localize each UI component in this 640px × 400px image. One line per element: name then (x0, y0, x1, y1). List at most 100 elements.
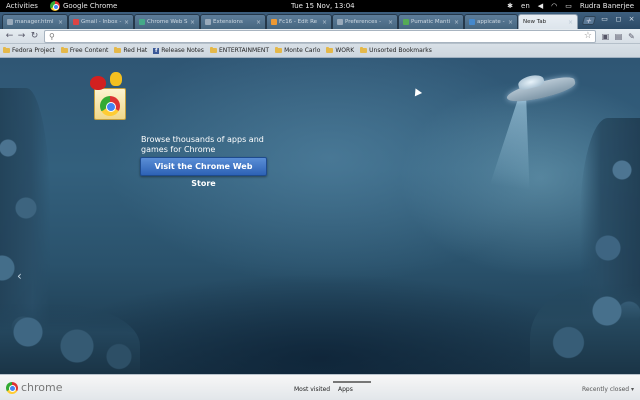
new-tab-button[interactable]: + (581, 16, 597, 25)
restore-icon[interactable]: ◻ (614, 15, 623, 24)
gmail-icon (73, 19, 79, 25)
close-icon[interactable]: × (58, 19, 63, 26)
folder-icon (114, 47, 122, 53)
bookmark-folder[interactable]: Free Content (60, 47, 109, 54)
close-window-icon[interactable]: × (627, 15, 636, 24)
clock[interactable]: Tue 15 Nov, 13:04 (291, 2, 355, 10)
network-icon[interactable]: ◠ (551, 2, 557, 10)
bookmark-folder[interactable]: Monte Carlo (275, 47, 320, 54)
light-beam (490, 96, 542, 191)
facebook-icon: f (153, 47, 160, 54)
chrome-logo-icon (50, 1, 60, 11)
bookmark-label: ENTERTAINMENT (218, 47, 270, 54)
page-favicon-icon (337, 19, 343, 25)
extensions-icon (205, 19, 211, 25)
page-favicon-icon (271, 19, 277, 25)
tab-label: Fc16 - Edit Re (279, 19, 318, 25)
close-icon[interactable]: × (568, 19, 573, 26)
search-icon: ⚲ (49, 32, 55, 41)
extension-icon[interactable]: ▤ (613, 31, 624, 42)
tab-most-visited[interactable]: Most visited (294, 386, 330, 393)
page-favicon-icon (7, 19, 13, 25)
close-icon[interactable]: × (322, 19, 327, 26)
bookmark-folder[interactable]: Unsorted Bookmarks (360, 47, 432, 54)
tab-label: Gmail - Inbox - (81, 19, 122, 25)
address-input[interactable] (59, 32, 579, 42)
ntp-footer: chrome Most visited Apps Recently closed… (0, 374, 640, 400)
spaceship-illustration (498, 72, 578, 108)
app-menu[interactable]: Google Chrome (50, 1, 117, 11)
visit-web-store-button[interactable]: Visit the Chrome Web Store (140, 157, 267, 188)
minimize-icon[interactable]: ▭ (600, 15, 609, 24)
bookmark-item[interactable]: f Release Notes (153, 47, 204, 54)
tab[interactable]: manager.html × (2, 14, 68, 29)
close-icon[interactable]: × (388, 19, 393, 26)
tab[interactable]: Chrome Web S × (134, 14, 200, 29)
tab[interactable]: Preferences - × (332, 14, 398, 29)
previous-page-arrow-icon[interactable]: ‹ (17, 269, 22, 283)
status-area: ✱ en ◀ ◠ ▭ Rudra Banerjee (507, 2, 634, 10)
user-menu[interactable]: Rudra Banerjee (580, 2, 634, 10)
bookmark-label: Free Content (69, 47, 109, 54)
tab-apps[interactable]: Apps (333, 381, 371, 393)
tab-active[interactable]: New Tab × (518, 14, 578, 29)
background-rocks (0, 304, 140, 374)
web-store-app-icon[interactable] (90, 72, 130, 122)
chrome-logo-icon (6, 382, 18, 394)
omnibox[interactable]: ⚲ ☆ (44, 30, 596, 43)
web-store-icon (139, 19, 145, 25)
tab-strip: manager.html × Gmail - Inbox - × Chrome … (0, 12, 640, 29)
tab-label: New Tab (523, 19, 547, 25)
close-icon[interactable]: × (124, 19, 129, 26)
page-favicon-icon (469, 19, 475, 25)
close-icon[interactable]: × (256, 19, 261, 26)
activities-button[interactable]: Activities (6, 2, 38, 10)
bluetooth-icon[interactable]: ✱ (507, 2, 513, 10)
folder-icon (326, 47, 334, 53)
tab[interactable]: Fc16 - Edit Re × (266, 14, 332, 29)
bookmark-label: WORK (335, 47, 355, 54)
bookmark-label: Unsorted Bookmarks (369, 47, 432, 54)
bookmark-folder[interactable]: ENTERTAINMENT (209, 47, 270, 54)
tab-label: Chrome Web S (147, 19, 188, 25)
folder-icon (60, 47, 68, 53)
chrome-wordmark: chrome (21, 381, 63, 394)
angry-bird-icon (110, 72, 122, 86)
angry-bird-icon (90, 76, 106, 90)
keyboard-layout[interactable]: en (521, 2, 530, 10)
bookmark-folder[interactable]: Red Hat (114, 47, 147, 54)
bookmark-label: Red Hat (123, 47, 148, 54)
close-icon[interactable]: × (508, 19, 513, 26)
tab-label: Pumatic Manti (411, 19, 451, 25)
volume-icon[interactable]: ◀ (538, 2, 543, 10)
tab[interactable]: Extensions × (200, 14, 266, 29)
folder-icon (209, 47, 217, 53)
bookmark-folder[interactable]: WORK (326, 47, 354, 54)
folder-icon (360, 47, 368, 53)
bookmark-folder[interactable]: Fedora Project (3, 47, 55, 54)
chrome-logo-icon (100, 96, 120, 116)
tab[interactable]: Gmail - Inbox - × (68, 14, 134, 29)
gnome-top-bar: Activities Google Chrome Tue 15 Nov, 13:… (0, 0, 640, 12)
tab[interactable]: Pumatic Manti × (398, 14, 464, 29)
folder-icon (275, 47, 283, 53)
bookmark-label: Release Notes (161, 47, 204, 54)
tab-label: manager.html (15, 19, 54, 25)
extension-icon[interactable]: ▣ (600, 31, 611, 42)
bookmark-star-icon[interactable]: ☆ (584, 31, 592, 41)
app-name: Google Chrome (63, 2, 118, 10)
bookmark-label: Monte Carlo (284, 47, 321, 54)
recently-closed-menu[interactable]: Recently closed ▾ (582, 386, 634, 393)
forward-button[interactable]: → (16, 31, 27, 42)
bookmarks-bar: Fedora Project Free Content Red Hat f Rel… (0, 44, 640, 58)
tab-label: Extensions (213, 19, 243, 25)
tab[interactable]: appicate - Goo × (464, 14, 518, 29)
close-icon[interactable]: × (454, 19, 459, 26)
battery-icon[interactable]: ▭ (565, 2, 572, 10)
close-icon[interactable]: × (190, 19, 195, 26)
back-button[interactable]: ← (4, 31, 15, 42)
reload-button[interactable]: ↻ (29, 31, 40, 42)
wrench-menu-icon[interactable]: ✎ (626, 31, 637, 42)
toolbar: ← → ↻ ⚲ ☆ ▣ ▤ ✎ (0, 29, 640, 44)
web-store-promo-text: Browse thousands of apps and games for C… (141, 135, 264, 154)
